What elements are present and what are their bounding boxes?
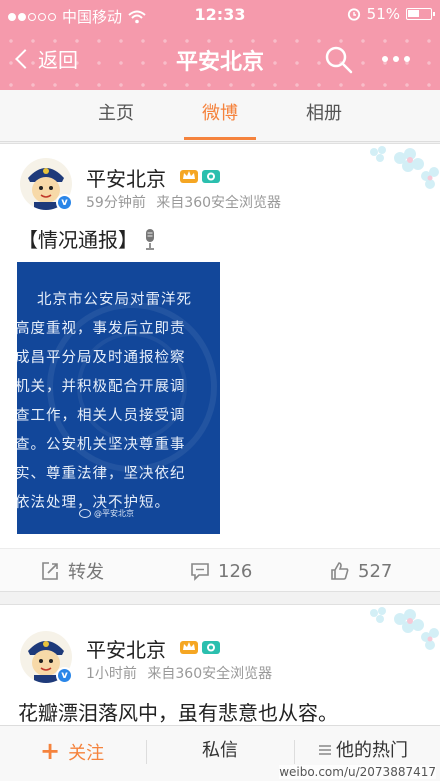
author-name[interactable]: 平安北京 (86, 634, 166, 663)
nav-bar: 返回 平安北京 (0, 30, 440, 90)
repost-label: 转发 (68, 562, 104, 583)
like-button[interactable]: 527 (330, 549, 393, 591)
follow-button[interactable]: + 关注 (40, 726, 104, 776)
post-time: 59分钟前 (86, 195, 146, 211)
like-count: 527 (358, 560, 393, 582)
image-text-line: 机关，并积极配合开展调 (17, 379, 186, 395)
post-text: 【情况通报】 (18, 224, 156, 253)
image-text-line: 查。公安机关坚决尊重事 (17, 437, 186, 453)
post-time: 1小时前 (86, 666, 137, 682)
microphone-icon (146, 229, 154, 250)
post-source[interactable]: 来自360安全浏览器 (147, 666, 272, 682)
repost-button[interactable]: 转发 (40, 549, 104, 591)
more-icon[interactable] (382, 56, 410, 62)
tab-home[interactable]: 主页 (76, 90, 156, 142)
vip-crown-icon[interactable] (179, 166, 199, 184)
post-meta: 59分钟前 来自360安全浏览器 (86, 192, 281, 212)
camera-badge-icon[interactable] (201, 166, 221, 184)
comment-icon (191, 563, 209, 581)
weibo-logo-icon (79, 509, 91, 518)
tab-weibo[interactable]: 微博 (180, 90, 260, 142)
image-text-line: 高度重视，事发后立即责 (17, 321, 186, 337)
search-icon[interactable] (322, 43, 356, 77)
flower-decoration-icon (370, 607, 439, 650)
weibo-post: v 平安北京 59分钟前 来自360安全浏览器 【情况通报】 北京市公安局对雷洋… (0, 143, 440, 592)
post-actions: 转发 126 527 (0, 548, 440, 591)
verified-badge-icon: v (56, 194, 73, 211)
camera-badge-icon[interactable] (201, 637, 221, 655)
alarm-icon (347, 8, 360, 21)
tab-album[interactable]: 相册 (284, 90, 364, 142)
verified-badge-icon: v (56, 667, 73, 684)
page-title: 平安北京 (175, 50, 264, 75)
plus-icon: + (40, 737, 61, 765)
menu-icon (319, 745, 331, 755)
post-text: 花瓣漂泪落风中，虽有悲意也从容。 (18, 701, 338, 725)
repost-icon (42, 562, 58, 580)
image-text-line: 实、尊重法律，坚决依纪 (17, 466, 186, 482)
comment-button[interactable]: 126 (190, 549, 253, 591)
comment-count: 126 (218, 560, 253, 582)
author-name[interactable]: 平安北京 (86, 163, 166, 192)
post-meta: 1小时前 来自360安全浏览器 (86, 663, 272, 683)
flower-decoration-icon (370, 146, 439, 189)
battery-percent: 51% (366, 5, 400, 23)
weibo-post: v 平安北京 1小时前 来自360安全浏览器 花瓣漂泪落风中，虽有悲意也从容。 (0, 604, 440, 734)
post-image[interactable]: 北京市公安局对雷洋死 高度重视，事发后立即责 成昌平分局及时通报检察 机关，并积… (17, 262, 220, 534)
image-watermark: @平安北京 (79, 508, 134, 519)
message-button[interactable]: 私信 (202, 726, 238, 776)
image-text-line: 成昌平分局及时通报检察 (17, 350, 186, 366)
image-text-line: 北京市公安局对雷洋死 (37, 292, 192, 308)
profile-tabs: 主页 微博 相册 (0, 90, 440, 142)
status-bar: 中国移动 12:33 51% (0, 0, 440, 30)
bottom-action-bar: + 关注 私信 他的热门 weibo.com/u/2073887417 (0, 725, 440, 781)
weibo-url-watermark: weibo.com/u/2073887417 (279, 765, 436, 779)
image-text-line: 查工作，相关人员接受调 (17, 408, 186, 424)
battery-icon (406, 8, 435, 20)
thumbs-up-icon (331, 562, 349, 580)
vip-crown-icon[interactable] (179, 637, 199, 655)
post-source[interactable]: 来自360安全浏览器 (156, 195, 281, 211)
